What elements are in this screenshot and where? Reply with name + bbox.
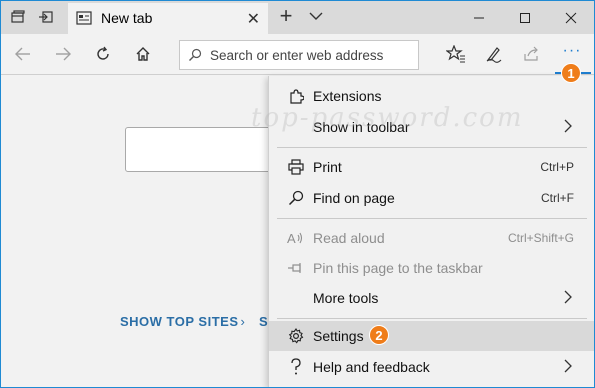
menu-item-label: Read aloud [313, 230, 385, 246]
partial-link[interactable]: S [259, 314, 268, 329]
refresh-button[interactable] [91, 42, 115, 66]
menu-item-print[interactable]: Print Ctrl+P [269, 152, 594, 182]
menu-item-pin-to-taskbar[interactable]: Pin this page to the taskbar [269, 253, 594, 283]
browser-window: New tab ✕ + Search or enter web address … [0, 0, 595, 388]
search-icon [188, 48, 202, 67]
menu-item-read-aloud[interactable]: A Read aloud Ctrl+Shift+G [269, 223, 594, 253]
address-bar[interactable]: Search or enter web address [179, 40, 419, 70]
menu-item-settings[interactable]: Settings [269, 321, 594, 351]
menu-item-label: Settings [313, 328, 364, 344]
menu-item-help-and-feedback[interactable]: Help and feedback [269, 352, 594, 382]
back-button[interactable] [11, 42, 35, 66]
menu-item-label: Pin this page to the taskbar [313, 260, 483, 276]
menu-item-label: More tools [313, 290, 379, 306]
new-tab-button[interactable]: + [275, 5, 297, 29]
home-button[interactable] [131, 42, 155, 66]
step-badge-2: 2 [369, 325, 389, 345]
svg-text:A: A [287, 231, 296, 246]
menu-item-label: Help and feedback [313, 359, 430, 375]
menu-item-show-in-toolbar[interactable]: Show in toolbar [269, 112, 594, 142]
show-top-sites-link[interactable]: SHOW TOP SITES › [120, 314, 245, 329]
forward-button[interactable] [51, 42, 75, 66]
menu-item-shortcut: Ctrl+P [540, 160, 574, 174]
chevron-right-icon [563, 359, 575, 373]
step-badge-1: 1 [561, 63, 581, 83]
tab-new-tab[interactable]: New tab ✕ [68, 3, 268, 34]
read-aloud-icon: A [287, 229, 305, 247]
menu-item-shortcut: Ctrl+Shift+G [507, 231, 574, 245]
menu-item-label: Show in toolbar [313, 119, 410, 135]
window-close-button[interactable] [548, 1, 594, 34]
share-icon[interactable] [520, 42, 544, 66]
menu-separator [277, 318, 587, 319]
menu-item-label: Find on page [313, 190, 395, 206]
page-search-box[interactable] [125, 127, 285, 172]
menu-separator [277, 147, 587, 148]
settings-and-more-menu: Extensions Show in toolbar Print Ctrl+P … [268, 76, 594, 387]
printer-icon [287, 158, 305, 176]
pen-icon[interactable] [482, 42, 506, 66]
menu-item-shortcut: Ctrl+F [541, 191, 574, 205]
title-bar: New tab ✕ + [1, 1, 594, 34]
show-top-sites-label: SHOW TOP SITES [120, 314, 239, 329]
menu-separator [277, 218, 587, 219]
menu-item-label: Extensions [313, 88, 382, 104]
new-tab-page-icon [76, 11, 92, 30]
help-icon [287, 358, 305, 376]
set-tabs-aside-icon[interactable] [38, 9, 54, 25]
maximize-button[interactable] [502, 1, 548, 34]
pin-icon [287, 259, 305, 277]
search-icon [287, 189, 305, 207]
chevron-right-icon: › [240, 314, 246, 329]
minimize-button[interactable] [456, 1, 502, 34]
navigation-bar: Search or enter web address ··· [1, 34, 594, 75]
menu-item-label: Print [313, 159, 342, 175]
favorites-icon[interactable] [444, 42, 468, 66]
address-placeholder: Search or enter web address [210, 48, 384, 63]
menu-item-extensions[interactable]: Extensions [269, 81, 594, 111]
gear-icon [287, 327, 305, 345]
tab-title: New tab [101, 10, 153, 26]
menu-item-find-on-page[interactable]: Find on page Ctrl+F [269, 183, 594, 213]
chevron-down-icon[interactable] [307, 7, 327, 27]
chevron-right-icon [563, 119, 575, 133]
menu-item-more-tools[interactable]: More tools [269, 283, 594, 313]
puzzle-icon [287, 87, 305, 105]
tab-manager-icon[interactable] [10, 9, 26, 25]
chevron-right-icon [563, 290, 575, 304]
tab-close-icon[interactable]: ✕ [247, 9, 260, 29]
